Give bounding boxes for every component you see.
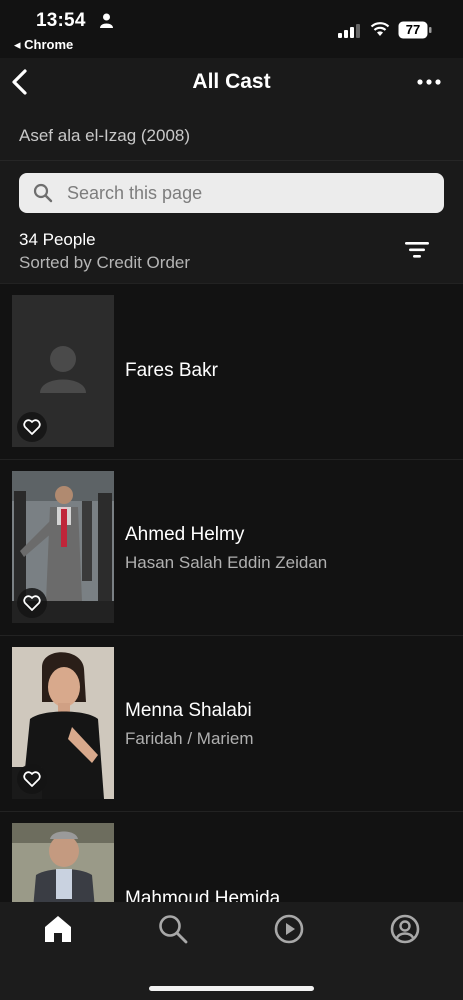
cast-row[interactable]: Ahmed Helmy Hasan Salah Eddin Zeidan xyxy=(0,459,463,635)
cast-list: Fares Bakr Ahmed Helmy Hasan Salah Eddin… xyxy=(0,283,463,902)
cast-photo-image xyxy=(12,823,114,902)
status-time: 13:54 xyxy=(36,10,86,31)
profile-icon[interactable] xyxy=(389,913,421,945)
cast-photo[interactable] xyxy=(12,647,114,799)
cast-photo-placeholder[interactable] xyxy=(12,295,114,447)
cast-role: Faridah / Mariem xyxy=(125,729,254,748)
status-bar: 13:54 ◂ Chrome 77 xyxy=(0,0,463,58)
cast-name[interactable]: Mahmoud Hemida xyxy=(125,888,280,902)
cast-header-section: Asef ala el-Izag (2008) Search this page… xyxy=(0,108,463,283)
cast-name[interactable]: Ahmed Helmy xyxy=(125,524,327,546)
favorite-button[interactable] xyxy=(17,764,47,794)
sort-label: Sorted by Credit Order xyxy=(19,253,191,272)
cellular-signal-icon xyxy=(338,24,360,38)
heart-icon xyxy=(23,595,41,611)
cast-row[interactable]: Mahmoud Hemida xyxy=(0,811,463,902)
bottom-tab-bar xyxy=(0,902,463,1000)
heart-icon xyxy=(23,419,41,435)
page-title: All Cast xyxy=(192,70,271,93)
nav-header: All Cast xyxy=(0,58,463,108)
cast-row[interactable]: Fares Bakr xyxy=(0,283,463,459)
battery-level: 77 xyxy=(405,22,421,37)
cast-name[interactable]: Menna Shalabi xyxy=(125,700,253,722)
search-placeholder: Search this page xyxy=(67,183,203,203)
cast-name[interactable]: Fares Bakr xyxy=(125,360,218,382)
cast-photo[interactable] xyxy=(12,823,114,902)
sort-filter-icon[interactable] xyxy=(405,241,429,259)
favorite-button[interactable] xyxy=(17,588,47,618)
favorite-button[interactable] xyxy=(17,412,47,442)
person-icon xyxy=(100,13,113,28)
search-input[interactable]: Search this page xyxy=(19,173,444,213)
back-to-chrome-link[interactable]: ◂ Chrome xyxy=(14,37,73,53)
cast-role: Hasan Salah Eddin Zeidan xyxy=(125,553,328,572)
cast-row[interactable]: Menna Shalabi Faridah / Mariem xyxy=(0,635,463,811)
play-icon[interactable] xyxy=(273,913,305,945)
heart-icon xyxy=(23,771,41,787)
divider xyxy=(0,160,463,161)
movie-title[interactable]: Asef ala el-Izag (2008) xyxy=(19,126,190,146)
home-indicator xyxy=(149,986,314,991)
battery-icon: 77 xyxy=(398,21,432,39)
more-options-icon[interactable] xyxy=(417,78,441,86)
home-icon[interactable] xyxy=(42,913,74,945)
search-icon[interactable] xyxy=(157,913,189,945)
search-icon xyxy=(33,183,53,203)
people-count: 34 People xyxy=(19,230,96,249)
wifi-icon xyxy=(370,22,390,36)
cast-photo[interactable] xyxy=(12,471,114,623)
